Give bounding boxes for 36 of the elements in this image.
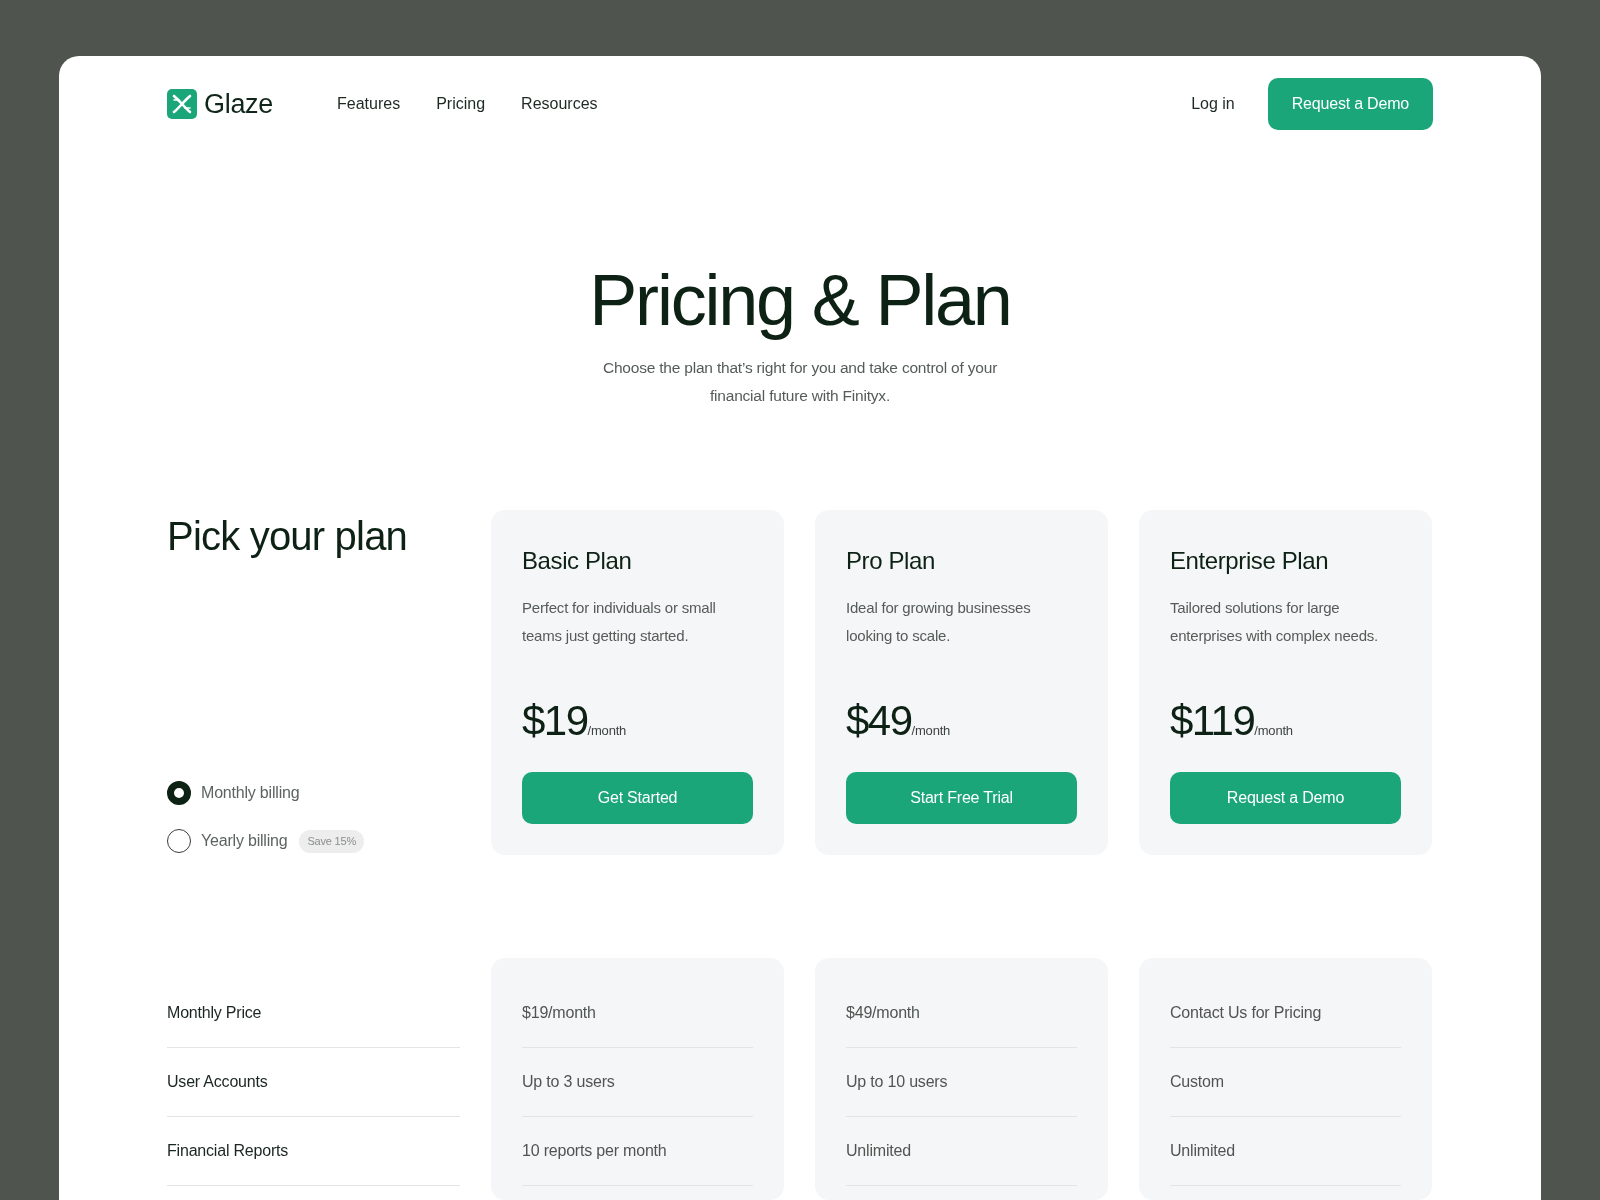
- plan-name: Enterprise Plan: [1170, 546, 1330, 576]
- nav-link[interactable]: Pricing: [436, 95, 486, 113]
- nav-link[interactable]: Features: [337, 95, 401, 113]
- table-cell: Unlimited: [846, 1142, 911, 1159]
- billing-option[interactable]: Yearly billing: [167, 829, 288, 853]
- feature-label: User Accounts: [167, 1073, 268, 1090]
- table-cell: Unlimited: [1170, 1142, 1235, 1159]
- price-period: /month: [587, 723, 627, 738]
- table-cell: $19/month: [522, 1004, 596, 1021]
- table-cell: 10 reports per month: [522, 1142, 667, 1159]
- plan-price: $119: [1170, 696, 1255, 746]
- brand-name: Glaze: [204, 89, 274, 119]
- page-subtitle: Choose the plan that’s right for you and take control of your financial future with Finityx.: [601, 358, 999, 406]
- table-cell: Up to 3 users: [522, 1073, 615, 1090]
- plan-price: $19: [522, 696, 588, 746]
- plan-description: Perfect for individuals or small teams just getting started.: [522, 598, 717, 646]
- price-period: /month: [911, 723, 951, 738]
- feature-label: Monthly Price: [167, 1004, 262, 1021]
- table-cell: Contact Us for Pricing: [1170, 1004, 1322, 1021]
- table-cell: Up to 10 users: [846, 1073, 948, 1090]
- nav-link[interactable]: Resources: [521, 95, 598, 113]
- billing-option[interactable]: Monthly billing: [167, 781, 300, 805]
- page-title: Pricing & Plan: [589, 260, 1011, 340]
- table-cell: Custom: [1170, 1073, 1224, 1090]
- price-period: /month: [1254, 723, 1293, 738]
- feature-label: Financial Reports: [167, 1142, 289, 1159]
- plan-price: $49: [846, 696, 912, 746]
- plan-name: Pro Plan: [846, 546, 936, 576]
- plan-name: Basic Plan: [522, 546, 633, 576]
- discount-badge: Save 15%: [299, 829, 364, 853]
- plan-description: Tailored solutions for large enterprises with complex needs.: [1170, 598, 1380, 646]
- logo-icon: [167, 89, 197, 119]
- login-link[interactable]: Log in: [1191, 95, 1235, 113]
- plan-description: Ideal for growing businesses looking to scale.: [846, 598, 1032, 646]
- section-heading: Pick your plan: [167, 513, 409, 560]
- table-cell: $49/month: [846, 1004, 920, 1021]
